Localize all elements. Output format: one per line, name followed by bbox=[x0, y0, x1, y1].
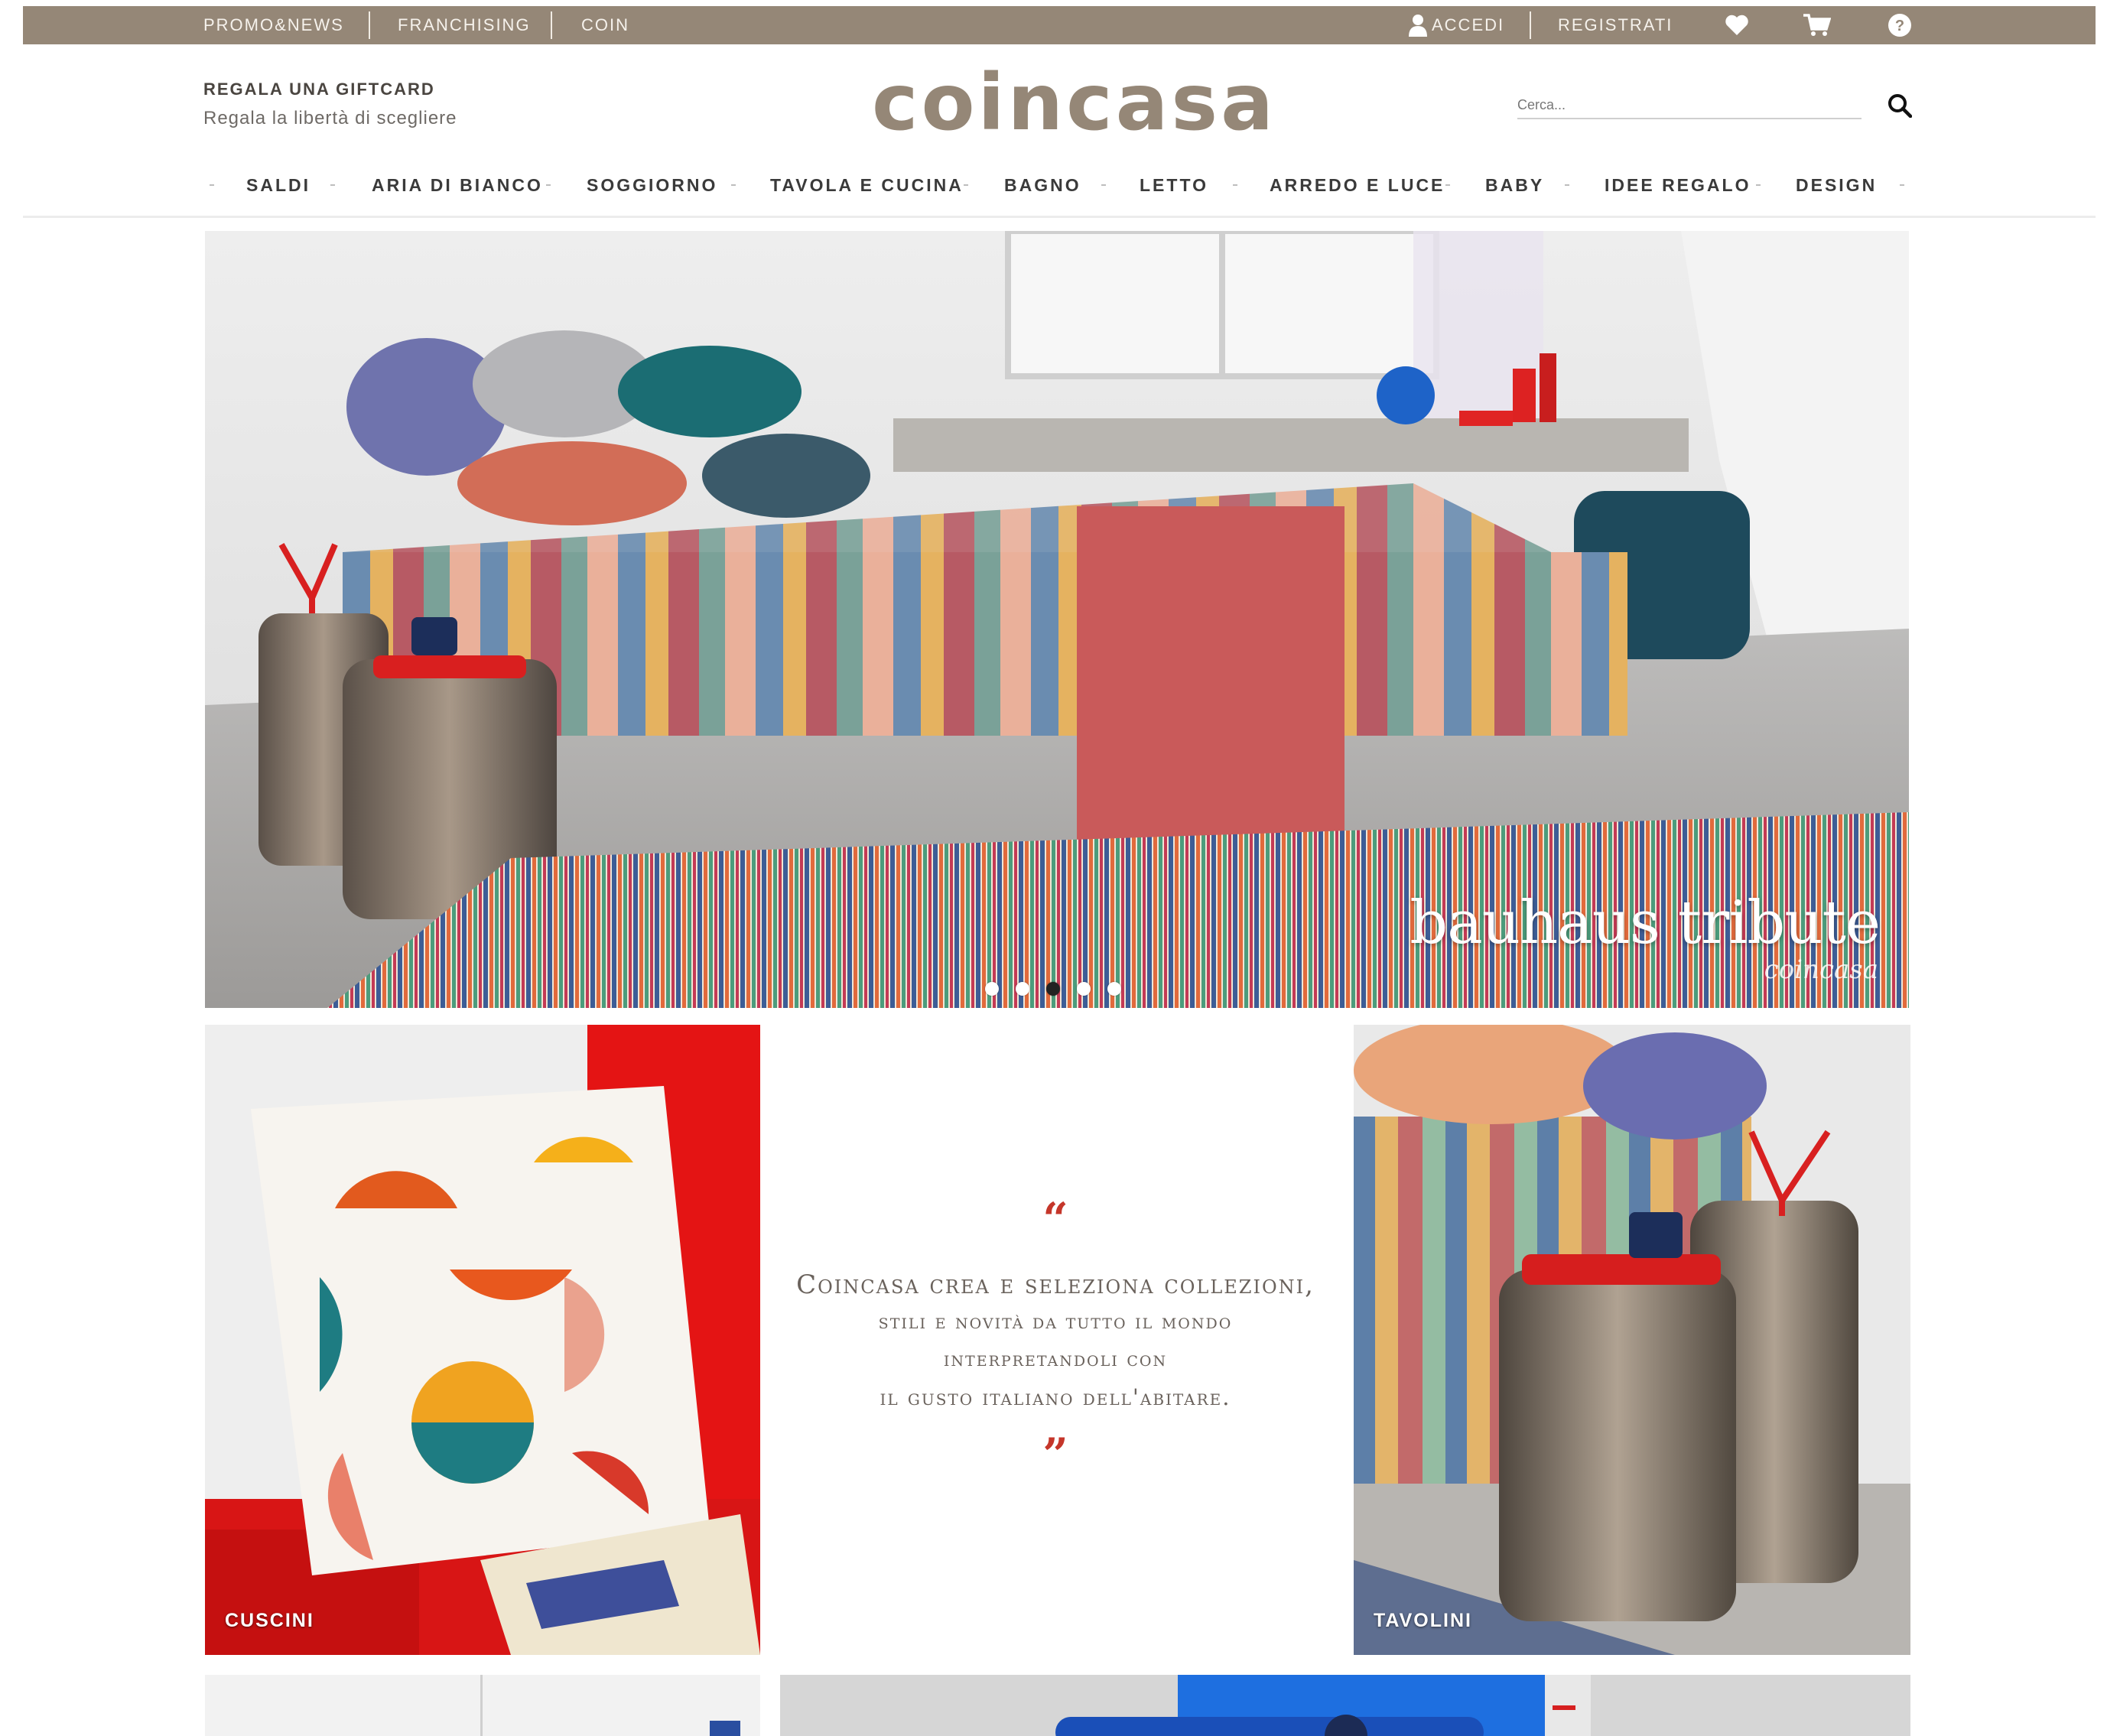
nav-separator bbox=[210, 184, 214, 186]
nav-item-baby[interactable]: BABY bbox=[1485, 170, 1544, 200]
nav-separator bbox=[546, 184, 551, 186]
search-input[interactable] bbox=[1517, 92, 1862, 119]
giftcard-title[interactable]: REGALA UNA GIFTCARD bbox=[203, 80, 435, 99]
top-utility-bar: PROMO&NEWS FRANCHISING COIN ACCEDI REGIS… bbox=[23, 6, 2096, 44]
quote-line-4: il gusto italiano dell'abitare. bbox=[880, 1384, 1231, 1410]
side-table-image bbox=[1354, 1025, 1910, 1655]
header-divider bbox=[23, 216, 2096, 218]
nav-separator bbox=[1756, 184, 1761, 186]
tile-cuscini[interactable]: CUSCINI bbox=[205, 1025, 760, 1655]
franchising-link[interactable]: FRANCHISING bbox=[398, 6, 531, 44]
carousel-dot[interactable] bbox=[985, 982, 999, 996]
nav-item-letto[interactable]: LETTO bbox=[1140, 170, 1208, 200]
giftcard-subtitle[interactable]: Regala la libertà di scegliere bbox=[203, 108, 457, 129]
tile-label-cuscini: CUSCINI bbox=[225, 1610, 314, 1631]
nav-item-saldi[interactable]: SALDI bbox=[246, 170, 311, 200]
help-icon[interactable]: ? bbox=[1888, 6, 1912, 44]
nav-item-arredo-e-luce[interactable]: ARREDO E LUCE bbox=[1270, 170, 1445, 200]
nav-separator bbox=[330, 184, 335, 186]
nav-separator bbox=[1900, 184, 1904, 186]
quote-open-mark: “ bbox=[1042, 1193, 1068, 1245]
nav-separator bbox=[964, 184, 968, 186]
bottom-left-image bbox=[205, 1675, 760, 1736]
category-nav: SALDI ARIA DI BIANCO SOGGIORNO TAVOLA E … bbox=[202, 170, 1915, 200]
quote-close-mark: ” bbox=[1042, 1429, 1068, 1481]
quote-line-3: interpretandoli con bbox=[943, 1348, 1168, 1371]
coincasa-logo[interactable]: coincasa bbox=[872, 61, 1273, 145]
heart-icon[interactable] bbox=[1725, 6, 1749, 44]
login-link[interactable]: ACCEDI bbox=[1432, 6, 1504, 44]
tile-bottom-left[interactable] bbox=[205, 1675, 760, 1736]
nav-separator bbox=[1233, 184, 1237, 186]
nav-item-aria-di-bianco[interactable]: ARIA DI BIANCO bbox=[372, 170, 543, 200]
coin-link[interactable]: COIN bbox=[581, 6, 629, 44]
hero-caption: bauhaus tribute bbox=[1410, 889, 1881, 957]
tile-tavolini[interactable]: TAVOLINI bbox=[1354, 1025, 1910, 1655]
carousel-dot[interactable] bbox=[1107, 982, 1121, 996]
divider bbox=[1530, 11, 1531, 39]
nav-item-tavola-e-cucina[interactable]: TAVOLA E CUCINA bbox=[770, 170, 964, 200]
cushion-image bbox=[205, 1025, 760, 1655]
carousel-dots bbox=[985, 982, 1121, 996]
carousel-dot[interactable] bbox=[1016, 982, 1029, 996]
cart-icon[interactable] bbox=[1803, 6, 1831, 44]
nav-separator bbox=[731, 184, 736, 186]
svg-text:?: ? bbox=[1895, 18, 1904, 34]
nav-separator bbox=[1101, 184, 1106, 186]
promo-news-link[interactable]: PROMO&NEWS bbox=[203, 6, 344, 44]
carousel-dot-active[interactable] bbox=[1046, 982, 1060, 996]
nav-item-bagno[interactable]: BAGNO bbox=[1004, 170, 1081, 200]
nav-item-idee-regalo[interactable]: IDEE REGALO bbox=[1605, 170, 1751, 200]
divider bbox=[369, 11, 370, 39]
tile-bottom-right[interactable] bbox=[780, 1675, 1910, 1736]
hero-brand: coincasa bbox=[1764, 954, 1878, 985]
carousel-dot[interactable] bbox=[1077, 982, 1091, 996]
register-link[interactable]: REGISTRATI bbox=[1558, 6, 1673, 44]
hero-banner[interactable]: bauhaus tribute coincasa bbox=[205, 231, 1909, 1008]
brand-quote: “ Coincasa crea e seleziona collezioni, … bbox=[780, 1025, 1331, 1655]
tile-label-tavolini: TAVOLINI bbox=[1374, 1610, 1472, 1631]
quote-line-1: Coincasa crea e seleziona collezioni, bbox=[796, 1269, 1315, 1300]
divider bbox=[551, 11, 552, 39]
nav-separator bbox=[1565, 184, 1569, 186]
search-icon[interactable] bbox=[1886, 92, 1914, 119]
quote-line-2: stili e novità da tutto il mondo bbox=[878, 1310, 1233, 1334]
nav-separator bbox=[1445, 184, 1450, 186]
bottom-right-image bbox=[780, 1675, 1910, 1736]
nav-item-design[interactable]: DESIGN bbox=[1796, 170, 1877, 200]
user-icon[interactable] bbox=[1409, 6, 1427, 44]
nav-item-soggiorno[interactable]: SOGGIORNO bbox=[587, 170, 717, 200]
